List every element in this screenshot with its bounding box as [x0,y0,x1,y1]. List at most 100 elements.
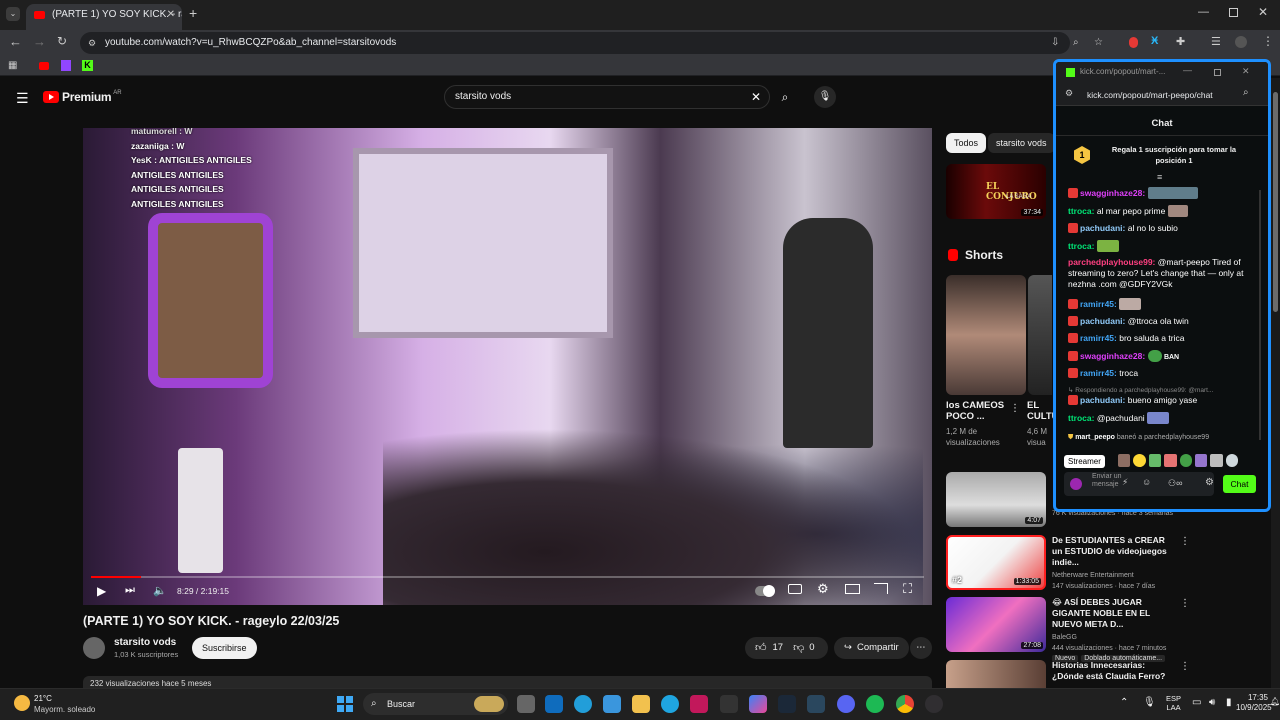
extension-translate-icon[interactable]: Ӿ [1151,35,1158,47]
discord-icon[interactable] [837,695,855,713]
apps-grid-icon[interactable]: ▦ [8,60,17,71]
progress-bar[interactable] [91,576,924,578]
emote-icon[interactable] [1148,454,1162,467]
emote-icon[interactable] [1118,454,1131,467]
next-button[interactable]: ⏭ [125,584,135,597]
popup-site-info-icon[interactable]: ⚙ [1065,88,1073,99]
chat-user[interactable]: swagginhaze28: [1080,351,1145,361]
kick-chat-popup[interactable]: kick.com/popout/mart-... — ✕ ⚙ kick.com/… [1053,59,1271,512]
network-icon[interactable]: ▭ [1192,697,1201,708]
epic-games-icon[interactable] [720,695,738,713]
emote-icon[interactable] [1133,454,1146,467]
clock[interactable]: 17:35 10/9/2025 [1236,693,1272,713]
chat-user[interactable]: pachudani: [1080,395,1125,405]
channel-name[interactable]: starsito vods [114,637,176,648]
short-item-1[interactable]: los CAMEOS POCO ... 1,2 M de visualizaci… [946,400,1016,448]
chat-user[interactable]: ttroca: [1068,206,1094,216]
chat-user[interactable]: ramirr45: [1080,299,1117,309]
related-thumb-4[interactable] [946,660,1046,688]
scrollbar-thumb[interactable] [1273,92,1278,312]
weather-temp[interactable]: 21°C [34,694,52,703]
steam-2-icon[interactable] [807,695,825,713]
emote-icon[interactable] [1164,454,1177,467]
cast-icon[interactable] [874,583,888,594]
close-window-button[interactable]: ✕ [1258,5,1268,19]
chat-user[interactable]: pachudani: [1080,316,1125,326]
video-more-icon[interactable]: ⋮ [1180,598,1190,609]
chat-settings-icon[interactable]: ⚙ [1205,477,1214,488]
short-more-icon[interactable]: ⋮ [1010,403,1020,414]
language-indicator[interactable]: ESP LAA [1166,694,1181,712]
emote-icon[interactable] [1179,454,1192,467]
clear-search-icon[interactable]: ✕ [751,86,761,108]
chat-scrollbar[interactable] [1259,190,1261,440]
bookmark-youtube-icon[interactable] [39,62,49,70]
theater-mode-icon[interactable] [845,584,860,594]
bookmark-star-icon[interactable]: ☆ [1094,32,1103,54]
video-more-icon[interactable]: ⋮ [1180,661,1190,672]
reload-icon[interactable]: ↻ [57,34,67,48]
short-thumb-1[interactable] [946,275,1026,395]
chat-user[interactable]: ramirr45: [1080,333,1117,343]
obs-icon[interactable] [925,695,943,713]
dislike-icon[interactable]: 👎︎ [793,637,804,659]
new-tab-button[interactable]: + [189,5,197,21]
bookmark-twitch-icon[interactable] [61,60,71,71]
subscribe-button[interactable]: Suscribirse [192,637,257,659]
install-icon[interactable]: ⇩ [1051,32,1059,54]
more-actions-button[interactable]: ⋯ [910,637,932,659]
hamburger-menu-icon[interactable]: ☰ [16,90,29,107]
spotify-icon[interactable] [866,695,884,713]
steam-icon[interactable] [778,695,796,713]
channel-avatar[interactable] [83,637,105,659]
related-thumb-1[interactable]: 4:07 [946,472,1046,527]
search-button[interactable]: ⌕ [772,85,798,109]
gift-promo[interactable]: 1 Regala 1 suscripción para tomar la pos… [1064,142,1260,168]
kick-emote-icon[interactable]: ⚡ [1122,477,1128,488]
taskbar-search[interactable]: ⌕ Buscar [363,693,508,715]
popup-maximize-button[interactable] [1214,69,1221,76]
reading-list-icon[interactable]: ☰ [1211,35,1221,48]
thumb-conjuro[interactable]: EL CONJURO LA SAGA 37:34 [946,164,1046,219]
subtitles-icon[interactable] [788,584,802,594]
autoplay-toggle[interactable] [755,585,775,597]
browser-tab[interactable]: (PARTE 1) YO SOY KICK. - rageyl ✕ [26,4,182,30]
related-item-3[interactable]: 😂 ASÍ DEBES JUGAR GIGANTE NOBLE EN EL NU… [1052,597,1177,662]
fullscreen-icon[interactable]: ⛶ [903,581,912,597]
short-item-2[interactable]: EL CULTU 4,6 M visua [1027,400,1053,448]
tray-chevron-icon[interactable]: ⌃ [1120,697,1128,708]
minimize-window-button[interactable]: — [1198,6,1209,18]
related-thumb-2[interactable]: #2 1:33:05 [946,535,1046,590]
like-count[interactable]: 17 [773,637,784,659]
battery-icon[interactable]: ▮ [1226,697,1232,708]
send-chat-button[interactable]: Chat [1223,475,1256,493]
page-scrollbar[interactable] [1271,78,1280,688]
related-thumb-3[interactable]: 27:08 [946,597,1046,652]
chat-users-icon[interactable]: ⚇∞ [1168,478,1182,489]
bookmark-kick-icon[interactable]: K [82,60,93,71]
like-icon[interactable]: 👍︎ [755,637,767,659]
extensions-puzzle-icon[interactable]: ✚ [1176,35,1185,48]
emoji-icon[interactable]: ☺ [1142,477,1151,487]
related-item-4[interactable]: Historias Innecesarias: ¿Dónde está Clau… [1052,660,1177,682]
voice-search-icon[interactable]: 🎙 [814,86,836,108]
dislike-count[interactable]: 0 [809,637,814,659]
notification-bell-icon[interactable]: 🔔︎ [1270,697,1280,706]
forward-icon[interactable]: → [33,34,46,49]
video-player[interactable]: matumorell : W zazaniiga : W YesK : ANTI… [83,128,932,605]
play-button[interactable]: ▶ [97,584,106,598]
chat-user[interactable]: pachudani: [1080,223,1125,233]
tab-close-icon[interactable]: ✕ [167,4,175,26]
video-more-icon[interactable]: ⋮ [1180,536,1190,547]
emote-icon[interactable] [1210,454,1223,467]
popup-minimize-button[interactable]: — [1183,65,1192,75]
profile-icon[interactable] [1235,36,1247,48]
short-thumb-2[interactable] [1028,275,1052,395]
edge-icon[interactable] [661,695,679,713]
chat-user[interactable]: ttroca: [1068,413,1094,423]
chat-input[interactable]: Enviar un mensaje ⚡ ☺ [1064,472,1214,496]
telegram-icon[interactable] [574,695,592,713]
maximize-window-button[interactable] [1229,8,1238,17]
chrome-menu-icon[interactable]: ⋮ [1262,34,1274,48]
chrome-icon[interactable] [896,695,914,713]
